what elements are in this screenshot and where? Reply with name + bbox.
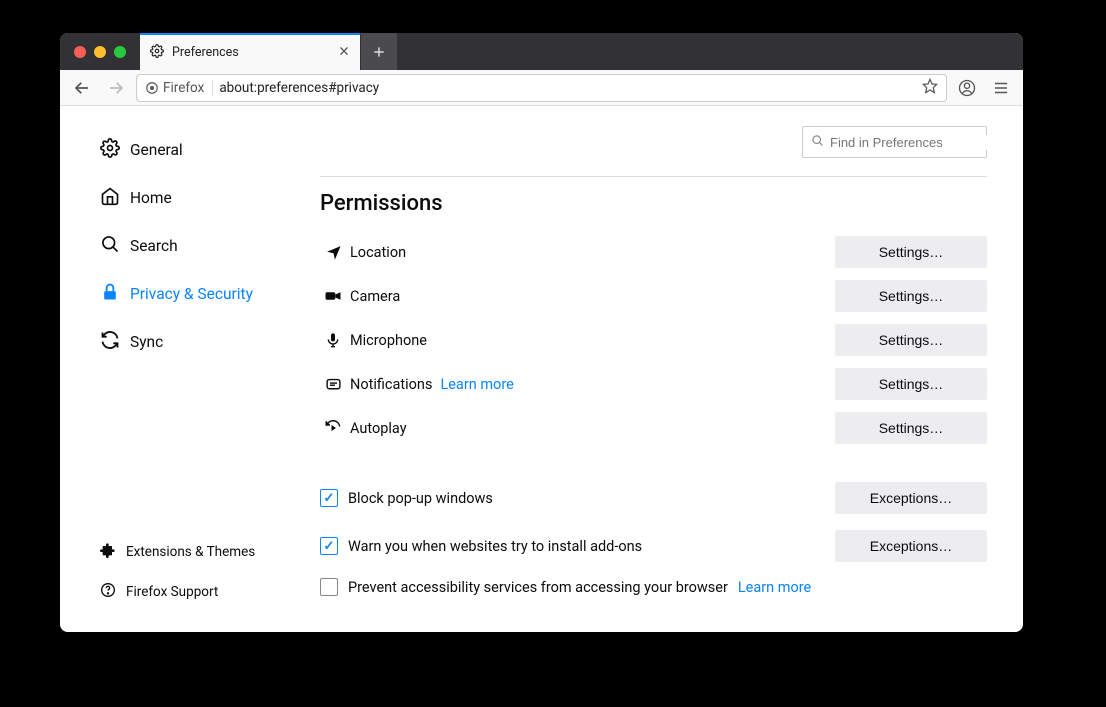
support-link[interactable]: Firefox Support [92, 572, 320, 612]
permission-label: NotificationsLearn more [346, 376, 835, 393]
search-icon [100, 234, 120, 258]
checkbox-label: Warn you when websites try to install ad… [348, 538, 835, 555]
block-popups-checkbox[interactable] [320, 489, 338, 507]
home-icon [100, 186, 120, 210]
checkbox-label: Prevent accessibility services from acce… [348, 579, 987, 596]
sidebar-item-home[interactable]: Home [92, 174, 320, 222]
search-icon [811, 134, 824, 151]
prevent-accessibility-row: Prevent accessibility services from acce… [320, 570, 987, 604]
extensions-link[interactable]: Extensions & Themes [92, 532, 320, 572]
puzzle-icon [100, 542, 116, 562]
main-content: Permissions Location Settings… Camera Se… [320, 106, 1023, 632]
lock-icon [100, 282, 120, 306]
sidebar-item-label: Home [130, 189, 172, 207]
sidebar-item-label: Privacy & Security [130, 285, 253, 303]
permission-row-microphone: Microphone Settings… [320, 318, 987, 362]
permission-row-notifications: NotificationsLearn more Settings… [320, 362, 987, 406]
permission-label: Microphone [346, 332, 835, 349]
sidebar: General Home Search Privacy & Security S… [60, 106, 320, 632]
sidebar-item-privacy[interactable]: Privacy & Security [92, 270, 320, 318]
new-tab-button[interactable] [361, 33, 397, 70]
sidebar-item-sync[interactable]: Sync [92, 318, 320, 366]
addons-exceptions-button[interactable]: Exceptions… [835, 530, 987, 562]
permission-row-location: Location Settings… [320, 230, 987, 274]
prevent-accessibility-checkbox[interactable] [320, 578, 338, 596]
identity-label: Firefox [163, 80, 204, 96]
permission-row-camera: Camera Settings… [320, 274, 987, 318]
sync-icon [100, 330, 120, 354]
link-label: Extensions & Themes [126, 544, 255, 560]
help-icon [100, 582, 116, 602]
permission-label: Autoplay [346, 420, 835, 437]
learn-more-link[interactable]: Learn more [440, 376, 513, 393]
close-window-button[interactable] [74, 46, 86, 58]
camera-settings-button[interactable]: Settings… [835, 280, 987, 312]
permission-label: Location [346, 244, 835, 261]
permission-row-autoplay: Autoplay Settings… [320, 406, 987, 450]
warn-addons-row: Warn you when websites try to install ad… [320, 522, 987, 570]
location-icon [320, 244, 346, 261]
browser-window: Preferences Firefox about:preferences#pr… [60, 33, 1023, 632]
tab-preferences[interactable]: Preferences [140, 33, 360, 70]
popups-exceptions-button[interactable]: Exceptions… [835, 482, 987, 514]
firefox-icon [145, 81, 159, 95]
menu-button[interactable] [987, 74, 1015, 102]
back-button[interactable] [68, 74, 96, 102]
sidebar-item-label: General [130, 141, 183, 159]
microphone-icon [320, 332, 346, 348]
link-label: Firefox Support [126, 584, 218, 600]
minimize-window-button[interactable] [94, 46, 106, 58]
tab-title: Preferences [172, 45, 239, 60]
permission-label: Camera [346, 288, 835, 305]
search-input[interactable] [830, 135, 1006, 150]
url-text: about:preferences#privacy [219, 80, 916, 96]
block-popups-row: Block pop-up windows Exceptions… [320, 474, 987, 522]
learn-more-link[interactable]: Learn more [738, 579, 811, 596]
warn-addons-checkbox[interactable] [320, 537, 338, 555]
notifications-icon [320, 376, 346, 393]
microphone-settings-button[interactable]: Settings… [835, 324, 987, 356]
content-area: General Home Search Privacy & Security S… [60, 106, 1023, 632]
maximize-window-button[interactable] [114, 46, 126, 58]
checkbox-label: Block pop-up windows [348, 490, 835, 507]
gear-icon [100, 138, 120, 162]
section-heading: Permissions [320, 191, 987, 216]
close-tab-icon[interactable] [338, 45, 350, 61]
sidebar-item-label: Sync [130, 333, 163, 351]
account-button[interactable] [953, 74, 981, 102]
sidebar-item-label: Search [130, 237, 178, 255]
notifications-settings-button[interactable]: Settings… [835, 368, 987, 400]
tab-strip: Preferences [140, 33, 397, 70]
url-bar[interactable]: Firefox about:preferences#privacy [136, 74, 947, 102]
titlebar: Preferences [60, 33, 1023, 70]
camera-icon [320, 287, 346, 305]
location-settings-button[interactable]: Settings… [835, 236, 987, 268]
forward-button[interactable] [102, 74, 130, 102]
sidebar-item-search[interactable]: Search [92, 222, 320, 270]
identity-box[interactable]: Firefox [145, 80, 213, 96]
find-in-preferences[interactable] [802, 126, 987, 158]
bookmark-star-icon[interactable] [922, 78, 938, 98]
sidebar-item-general[interactable]: General [92, 126, 320, 174]
autoplay-settings-button[interactable]: Settings… [835, 412, 987, 444]
gear-icon [150, 44, 164, 62]
autoplay-icon [320, 419, 346, 437]
nav-toolbar: Firefox about:preferences#privacy [60, 70, 1023, 106]
window-controls [60, 46, 140, 58]
